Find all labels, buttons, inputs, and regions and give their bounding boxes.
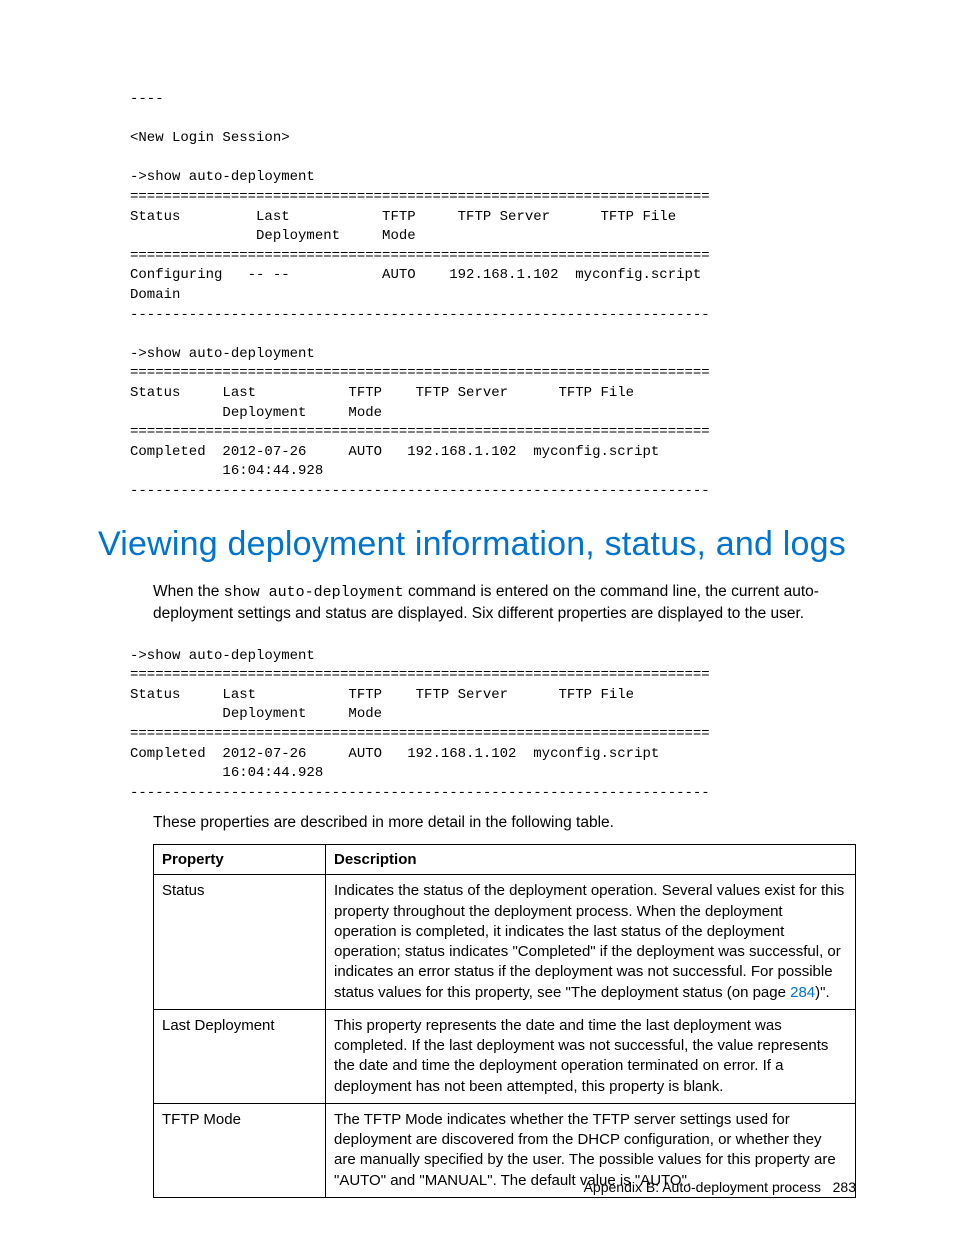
footer-page-number: 283: [833, 1179, 856, 1195]
cli-output-1: ---- <New Login Session> ->show auto-dep…: [130, 90, 856, 501]
footer-text: Appendix B: Auto-deployment process: [584, 1179, 821, 1195]
page: ---- <New Login Session> ->show auto-dep…: [0, 0, 954, 1235]
prop-desc: Indicates the status of the deployment o…: [326, 875, 856, 1010]
prop-name: TFTP Mode: [154, 1103, 326, 1197]
prop-desc: This property represents the date and ti…: [326, 1009, 856, 1103]
page-link[interactable]: 284: [790, 984, 815, 1001]
th-property: Property: [154, 845, 326, 875]
cli-output-2: ->show auto-deployment =================…: [130, 647, 856, 804]
table-header-row: Property Description: [154, 845, 856, 875]
lead-out: These properties are described in more d…: [153, 813, 856, 834]
prop-name: Status: [154, 875, 326, 1010]
table-row: Status Indicates the status of the deplo…: [154, 875, 856, 1010]
th-description: Description: [326, 845, 856, 875]
desc-prefix: Indicates the status of the deployment o…: [334, 882, 844, 1000]
intro-code: show auto-deployment: [224, 584, 404, 601]
intro-paragraph: When the show auto-deployment command is…: [153, 582, 856, 624]
intro-prefix: When the: [153, 583, 224, 600]
section-heading: Viewing deployment information, status, …: [98, 525, 856, 564]
properties-table: Property Description Status Indicates th…: [153, 844, 856, 1198]
table-row: Last Deployment This property represents…: [154, 1009, 856, 1103]
desc-suffix: )".: [815, 984, 830, 1001]
page-footer: Appendix B: Auto-deployment process 283: [584, 1179, 856, 1195]
prop-name: Last Deployment: [154, 1009, 326, 1103]
